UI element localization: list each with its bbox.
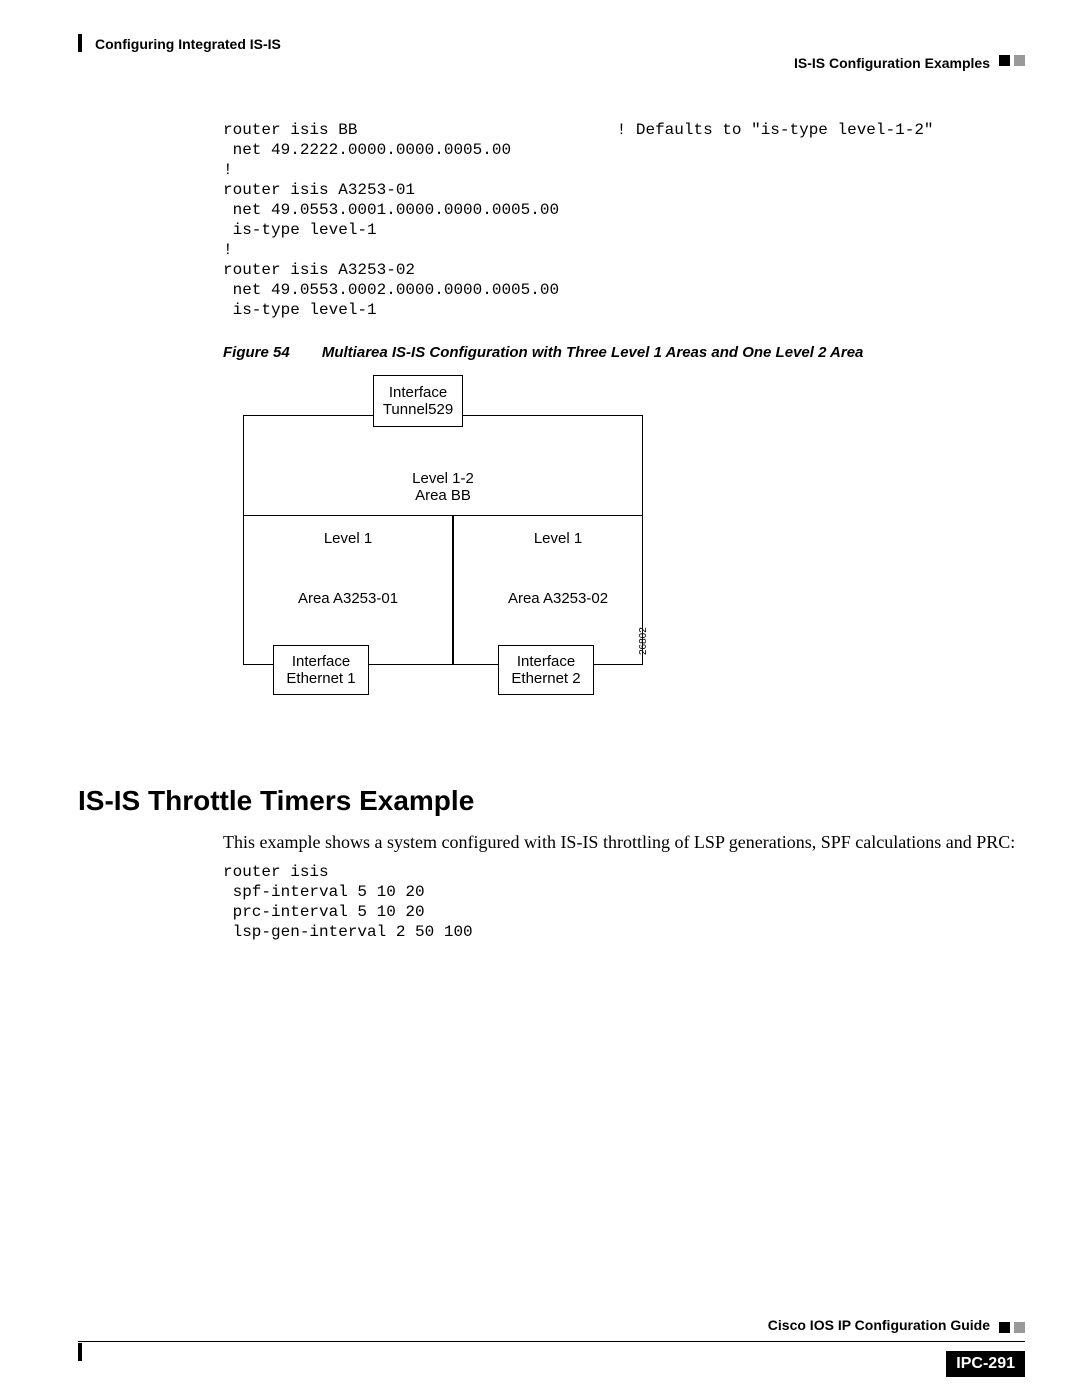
level1-right-label: Level 1	[473, 530, 643, 547]
figure-number: Figure 54	[223, 344, 290, 361]
header-marker-light	[1014, 55, 1025, 66]
areabb-text: Area BB	[415, 487, 471, 504]
section-heading: IS-IS Throttle Timers Example	[78, 785, 1025, 817]
header-chapter-title: Configuring Integrated IS-IS	[95, 36, 281, 52]
interface-eth2-box: Interface Ethernet 2	[498, 645, 594, 695]
level12-label: Level 1-2 Area BB	[223, 470, 663, 504]
interface-eth1-box: Interface Ethernet 1	[273, 645, 369, 695]
footer-guide-title: Cisco IOS IP Configuration Guide	[768, 1317, 990, 1333]
interface-tunnel-label: Interface Tunnel529	[383, 384, 453, 418]
figure-diagram: Interface Tunnel529 Interface Ethernet 1…	[223, 375, 653, 705]
header-left-bar	[78, 34, 82, 52]
figure-id-number: 26802	[638, 627, 649, 655]
page-number: IPC-291	[946, 1351, 1025, 1377]
footer-rule	[78, 1341, 1025, 1342]
interface-eth2-label: Interface Ethernet 2	[511, 653, 580, 687]
code-block-1: router isis BB ! Defaults to "is-type le…	[223, 120, 1025, 320]
header-section-title: IS-IS Configuration Examples	[794, 55, 990, 71]
level1-left-label: Level 1	[263, 530, 433, 547]
level12-text: Level 1-2	[412, 470, 474, 487]
code-block-2: router isis spf-interval 5 10 20 prc-int…	[223, 862, 1025, 942]
footer-marker-dark	[999, 1322, 1010, 1333]
figure-caption-text: Multiarea IS-IS Configuration with Three…	[322, 344, 864, 361]
header-marker-dark	[999, 55, 1010, 66]
interface-tunnel-box: Interface Tunnel529	[373, 375, 463, 427]
area1-label: Area A3253-01	[263, 590, 433, 607]
footer-marker-light	[1014, 1322, 1025, 1333]
area2-label: Area A3253-02	[473, 590, 643, 607]
footer-left-bar	[78, 1343, 82, 1361]
section-paragraph: This example shows a system configured w…	[223, 831, 1025, 854]
figure-caption: Figure 54 Multiarea IS-IS Configuration …	[223, 344, 1025, 361]
interface-eth1-label: Interface Ethernet 1	[286, 653, 355, 687]
